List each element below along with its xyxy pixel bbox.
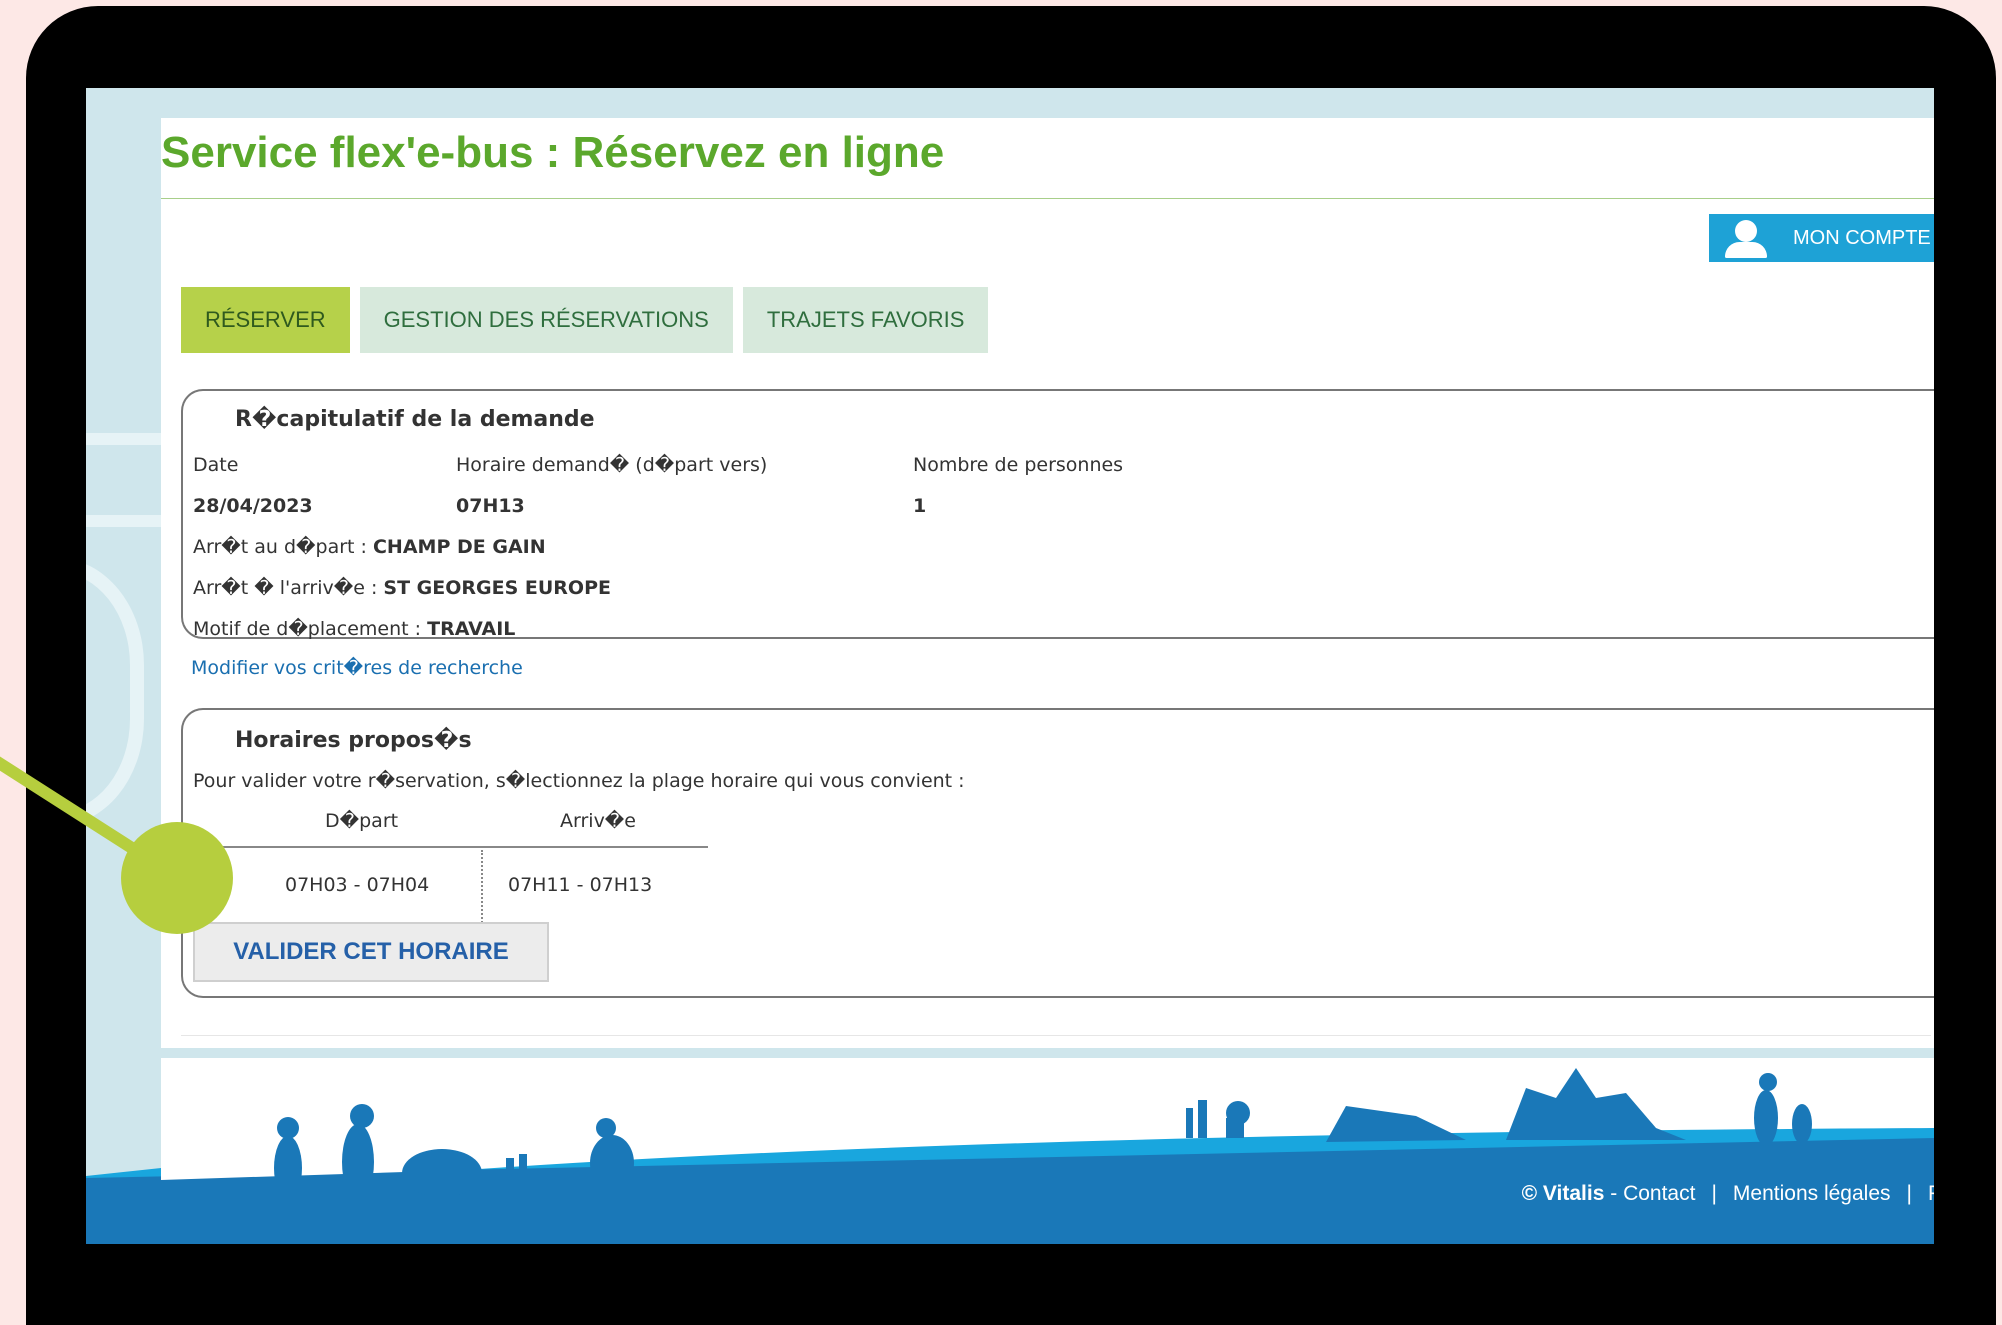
departure-stop-label: Arr�t au d�part : xyxy=(193,536,373,558)
tab-trajets-favoris[interactable]: TRAJETS FAVORIS xyxy=(742,287,989,353)
pointer-dot-highlight xyxy=(121,822,233,934)
tab-reserver[interactable]: RÉSERVER xyxy=(181,287,350,353)
footer-separator: | xyxy=(1711,1182,1717,1205)
people-column-header: Nombre de personnes xyxy=(913,454,1124,476)
my-account-button[interactable]: MON COMPTE xyxy=(1709,214,1934,262)
contact-link[interactable]: Contact xyxy=(1623,1182,1695,1205)
my-account-label: MON COMPTE xyxy=(1793,226,1931,249)
truncated-footer-link[interactable]: P xyxy=(1928,1182,1934,1205)
page-content: Service flex'e-bus : Réservez en ligne M… xyxy=(161,118,1934,1048)
title-divider xyxy=(161,198,1934,199)
user-icon xyxy=(1721,214,1773,262)
schedules-heading: Horaires propos�s xyxy=(235,728,472,753)
trip-motive-value: TRAVAIL xyxy=(427,618,516,640)
brand-dash: - xyxy=(1604,1182,1624,1205)
time-value: 07H13 xyxy=(456,495,525,517)
arrival-stop-value: ST GEORGES EUROPE xyxy=(383,577,611,599)
arrival-column-header: Arriv�e xyxy=(560,810,636,832)
trip-motive-label: Motif de d�placement : xyxy=(193,618,428,640)
footer-skyline-illustration xyxy=(86,1058,1934,1244)
summary-heading: R�capitulatif de la demande xyxy=(235,407,595,432)
footer-separator: | xyxy=(1906,1182,1912,1205)
tab-bar: RÉSERVER GESTION DES RÉSERVATIONS TRAJET… xyxy=(181,287,989,353)
browser-screen: Service flex'e-bus : Réservez en ligne M… xyxy=(86,88,1934,1244)
tab-gestion-reservations[interactable]: GESTION DES RÉSERVATIONS xyxy=(359,287,733,353)
departure-column-header: D�part xyxy=(325,810,399,832)
schedule-departure-time: 07H03 - 07H04 xyxy=(285,874,430,896)
legal-notice-link[interactable]: Mentions légales xyxy=(1733,1182,1891,1205)
footer-links: © Vitalis - Contact | Mentions légales | P xyxy=(1522,1182,1934,1206)
modify-search-link[interactable]: Modifier vos crit�res de recherche xyxy=(191,657,523,679)
schedules-instruction: Pour valider votre r�servation, s�lectio… xyxy=(193,770,965,792)
footer-divider xyxy=(181,1035,1931,1036)
departure-stop-value: CHAMP DE GAIN xyxy=(372,536,546,558)
date-value: 28/04/2023 xyxy=(193,495,313,517)
arrival-stop-label: Arr�t � l'arriv�e : xyxy=(193,577,384,599)
trip-motive: Motif de d�placement : TRAVAIL xyxy=(193,618,515,640)
date-column-header: Date xyxy=(193,454,239,476)
time-column-header: Horaire demand� (d�part vers) xyxy=(456,454,768,476)
background-decoration xyxy=(86,433,161,527)
arrival-stop: Arr�t � l'arriv�e : ST GEORGES EUROPE xyxy=(193,577,611,599)
proposed-schedules-panel: Horaires propos�s Pour valider votre r�s… xyxy=(181,708,1934,998)
request-summary-panel: R�capitulatif de la demande Date Horaire… xyxy=(181,389,1934,640)
footer-banner xyxy=(86,1058,1934,1244)
device-frame: Service flex'e-bus : Réservez en ligne M… xyxy=(26,6,1996,1325)
validate-schedule-button[interactable]: VALIDER CET HORAIRE xyxy=(193,922,549,982)
page-title: Service flex'e-bus : Réservez en ligne xyxy=(161,128,945,177)
schedule-header-divider xyxy=(183,846,708,848)
departure-stop: Arr�t au d�part : CHAMP DE GAIN xyxy=(193,536,546,558)
brand-copyright: © Vitalis xyxy=(1521,1182,1605,1205)
people-value: 1 xyxy=(913,495,927,517)
schedule-arrival-time: 07H11 - 07H13 xyxy=(508,874,653,896)
